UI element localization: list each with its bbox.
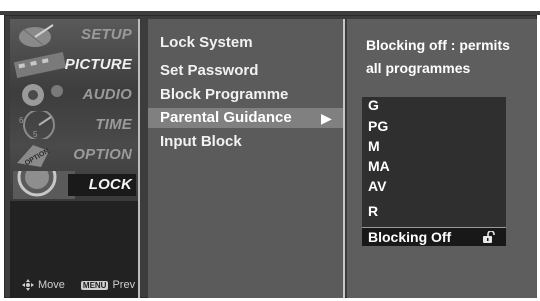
- main-menu: 6 5 OPTION SETUP PICTURE AUDIO TIME OPTI…: [10, 19, 140, 298]
- prev-label: Prev: [112, 279, 136, 291]
- rating-option[interactable]: R: [368, 203, 378, 219]
- submenu-item-set-password[interactable]: Set Password: [160, 62, 258, 79]
- top-margin: [0, 0, 540, 11]
- menu-item-time[interactable]: TIME: [10, 111, 138, 139]
- blocking-off-option[interactable]: Blocking Off: [362, 227, 506, 246]
- submenu-item-lock-system[interactable]: Lock System: [160, 34, 253, 51]
- submenu-item-parental-guidance[interactable]: Parental Guidance: [160, 109, 292, 126]
- chevron-right-icon: ▶: [321, 110, 332, 126]
- submenu-item-input-block[interactable]: Input Block: [160, 133, 242, 150]
- rating-option[interactable]: G: [368, 97, 379, 113]
- panel-description: Blocking off : permits all programmes: [366, 34, 536, 80]
- menu-item-lock[interactable]: LOCK: [10, 171, 138, 199]
- parental-guidance-panel: Blocking off : permits all programmes G …: [347, 19, 537, 298]
- lock-submenu: Lock System Set Password Block Programme…: [148, 19, 345, 298]
- menu-key-icon: MENU: [80, 280, 109, 290]
- unlock-icon: [483, 231, 495, 243]
- navigation-hint: Move MENU Prev: [22, 279, 135, 291]
- menu-item-option[interactable]: OPTION: [10, 141, 138, 169]
- move-arrows-icon: [22, 279, 34, 291]
- menu-thumbnail-strip: 6 5 OPTION SETUP PICTURE AUDIO TIME OPTI…: [10, 19, 138, 201]
- menu-item-setup[interactable]: SETUP: [10, 21, 138, 49]
- rating-option[interactable]: MA: [368, 158, 390, 174]
- rating-option[interactable]: PG: [368, 118, 388, 134]
- rating-option[interactable]: AV: [368, 178, 386, 194]
- ratings-list: G PG M MA AV R: [362, 97, 506, 240]
- menu-item-audio[interactable]: AUDIO: [10, 81, 138, 109]
- menu-item-picture[interactable]: PICTURE: [10, 51, 138, 79]
- rating-option[interactable]: M: [368, 138, 380, 154]
- move-label: Move: [38, 279, 65, 291]
- panel-description-line1: Blocking off : permits: [366, 37, 510, 53]
- panel-description-line2: all programmes: [366, 60, 471, 76]
- submenu-item-block-programme[interactable]: Block Programme: [160, 86, 288, 103]
- blocking-off-label: Blocking Off: [368, 229, 452, 245]
